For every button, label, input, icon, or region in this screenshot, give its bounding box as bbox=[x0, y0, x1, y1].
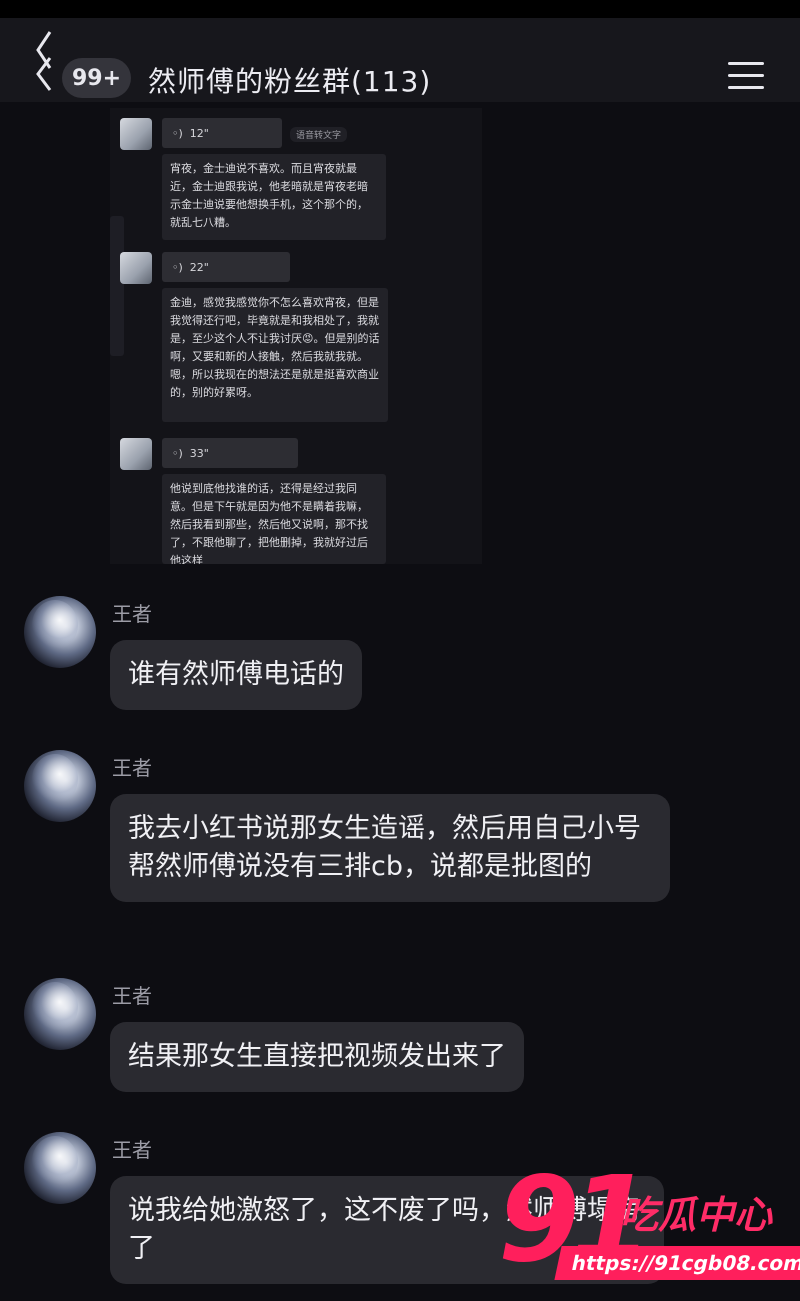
sender-name: 王者 bbox=[112, 1138, 152, 1162]
menu-icon[interactable] bbox=[728, 62, 764, 92]
voice-wave-icon: ◦) bbox=[172, 126, 190, 140]
chat-header: 99+ 然师傅的粉丝群(113) bbox=[0, 18, 800, 102]
sender-name: 王者 bbox=[112, 602, 152, 626]
voice-transcript: 金迪，感觉我感觉你不怎么喜欢宵夜，但是我觉得还行吧，毕竟就是和我相处了，我就是，… bbox=[162, 288, 388, 422]
voice-wave-icon: ◦) bbox=[172, 446, 190, 460]
message-bubble[interactable]: 我去小红书说那女生造谣，然后用自己小号帮然师傅说没有三排cb，说都是批图的 bbox=[110, 794, 670, 902]
voice-wave-icon: ◦) bbox=[172, 260, 190, 274]
message-bubble[interactable]: 结果那女生直接把视频发出来了 bbox=[110, 1022, 524, 1092]
group-title: 然师傅的粉丝群(113) bbox=[148, 65, 432, 98]
transcribe-label[interactable]: 语音转文字 bbox=[290, 127, 348, 142]
avatar[interactable] bbox=[24, 750, 96, 822]
watermark-logo: 91 吃瓜中心 https://91cgb08.com bbox=[498, 1150, 800, 1288]
voice-duration: 12" bbox=[189, 126, 209, 140]
voice-message[interactable]: ◦) 33" bbox=[162, 438, 298, 468]
voice-message[interactable]: ◦) 22" bbox=[162, 252, 290, 282]
screenshot-scroll-handle bbox=[110, 216, 124, 356]
status-bar bbox=[0, 0, 800, 18]
voice-transcript: 宵夜，金士迪说不喜欢。而且宵夜就最近，金士迪跟我说，他老暗就是宵夜老暗示金士迪说… bbox=[162, 154, 386, 240]
voice-message[interactable]: ◦) 12" bbox=[162, 118, 282, 148]
embedded-avatar bbox=[120, 118, 152, 150]
message-bubble[interactable]: 谁有然师傅电话的 bbox=[110, 640, 362, 710]
watermark-brand: 吃瓜中心 bbox=[620, 1193, 773, 1237]
sender-name: 王者 bbox=[112, 756, 152, 780]
avatar[interactable] bbox=[24, 1132, 96, 1204]
sender-name: 王者 bbox=[112, 984, 152, 1008]
voice-transcript: 他说到底他找谁的话，还得是经过我同意。但是下午就是因为他不是瞒着我嘛，然后我看到… bbox=[162, 474, 386, 564]
voice-duration: 22" bbox=[189, 260, 209, 274]
embedded-screenshot[interactable]: ◦) 12" 语音转文字 宵夜，金士迪说不喜欢。而且宵夜就最近，金士迪跟我说，他… bbox=[110, 108, 482, 564]
back-arrow-icon[interactable] bbox=[26, 28, 66, 94]
unread-badge[interactable]: 99+ bbox=[62, 58, 132, 98]
embedded-avatar bbox=[120, 438, 152, 470]
watermark-url: https://91cgb08.com bbox=[554, 1246, 800, 1280]
avatar[interactable] bbox=[24, 596, 96, 668]
avatar[interactable] bbox=[24, 978, 96, 1050]
embedded-avatar bbox=[120, 252, 152, 284]
voice-duration: 33" bbox=[189, 446, 209, 460]
